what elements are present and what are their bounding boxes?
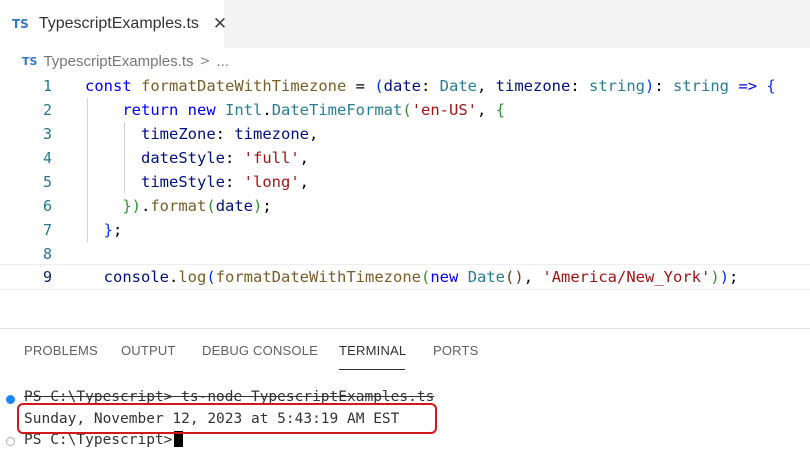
line-number: 1 (42, 77, 52, 95)
line-number: 6 (42, 197, 52, 215)
code-line[interactable]: 8 (0, 242, 810, 266)
command-success-icon[interactable] (6, 395, 15, 404)
active-tab-indicator (339, 369, 405, 370)
tab-typescript-examples[interactable]: TS TypescriptExamples.ts ✕ (0, 0, 227, 48)
close-icon[interactable]: ✕ (213, 14, 227, 34)
tab-debug-console[interactable]: DEBUG CONSOLE (202, 343, 318, 358)
typescript-file-icon: TS (12, 17, 29, 31)
code-line-current[interactable]: 9 console.log(formatDateWithTimezone(new… (0, 264, 810, 290)
terminal-prompt: PS C:\Typescript> (24, 432, 173, 448)
command-pending-icon[interactable] (6, 437, 15, 446)
tab-label: TypescriptExamples.ts (38, 15, 199, 32)
code-text: console.log(formatDateWithTimezone(new D… (103, 268, 739, 286)
code-line[interactable]: 1 const formatDateWithTimezone = (date: … (0, 74, 810, 98)
editor-tab-bar: TS TypescriptExamples.ts ✕ (0, 0, 810, 48)
code-line[interactable]: 4 dateStyle: 'full', (0, 146, 810, 170)
code-text: return new Intl.DateTimeFormat('en-US', … (122, 101, 506, 119)
line-number: 2 (42, 101, 52, 119)
bottom-panel: PROBLEMS OUTPUT DEBUG CONSOLE TERMINAL P… (0, 328, 810, 469)
code-editor[interactable]: 1 const formatDateWithTimezone = (date: … (0, 74, 810, 314)
code-line[interactable]: 7 }; (0, 218, 810, 242)
tab-output[interactable]: OUTPUT (121, 343, 176, 358)
code-text: }; (103, 221, 123, 239)
code-line[interactable]: 6 }).format(date); (0, 194, 810, 218)
line-number: 9 (42, 268, 52, 286)
line-number: 8 (42, 245, 52, 263)
code-text: timeZone: timezone, (141, 125, 319, 143)
tab-ports[interactable]: PORTS (433, 343, 479, 358)
tab-terminal[interactable]: TERMINAL (339, 343, 406, 358)
code-text: const formatDateWithTimezone = (date: Da… (85, 77, 776, 95)
output-highlight-box (17, 403, 437, 434)
breadcrumb: TS TypescriptExamples.ts > ... (0, 48, 810, 74)
panel-tabs: PROBLEMS OUTPUT DEBUG CONSOLE TERMINAL P… (0, 329, 810, 373)
line-number: 4 (42, 149, 52, 167)
typescript-file-icon: TS (22, 54, 38, 68)
code-text: }).format(date); (122, 197, 272, 215)
breadcrumb-symbol[interactable]: ... (216, 53, 229, 70)
chevron-right-icon: > (199, 53, 211, 69)
line-number: 5 (42, 173, 52, 191)
code-line[interactable]: 2 return new Intl.DateTimeFormat('en-US'… (0, 98, 810, 122)
tab-problems[interactable]: PROBLEMS (24, 343, 98, 358)
code-text: timeStyle: 'long', (141, 173, 310, 191)
code-text: dateStyle: 'full', (141, 149, 310, 167)
code-line[interactable]: 5 timeStyle: 'long', (0, 170, 810, 194)
line-number: 7 (42, 221, 52, 239)
code-line[interactable]: 3 timeZone: timezone, (0, 122, 810, 146)
breadcrumb-file[interactable]: TypescriptExamples.ts (43, 53, 193, 70)
line-number: 3 (42, 125, 52, 143)
